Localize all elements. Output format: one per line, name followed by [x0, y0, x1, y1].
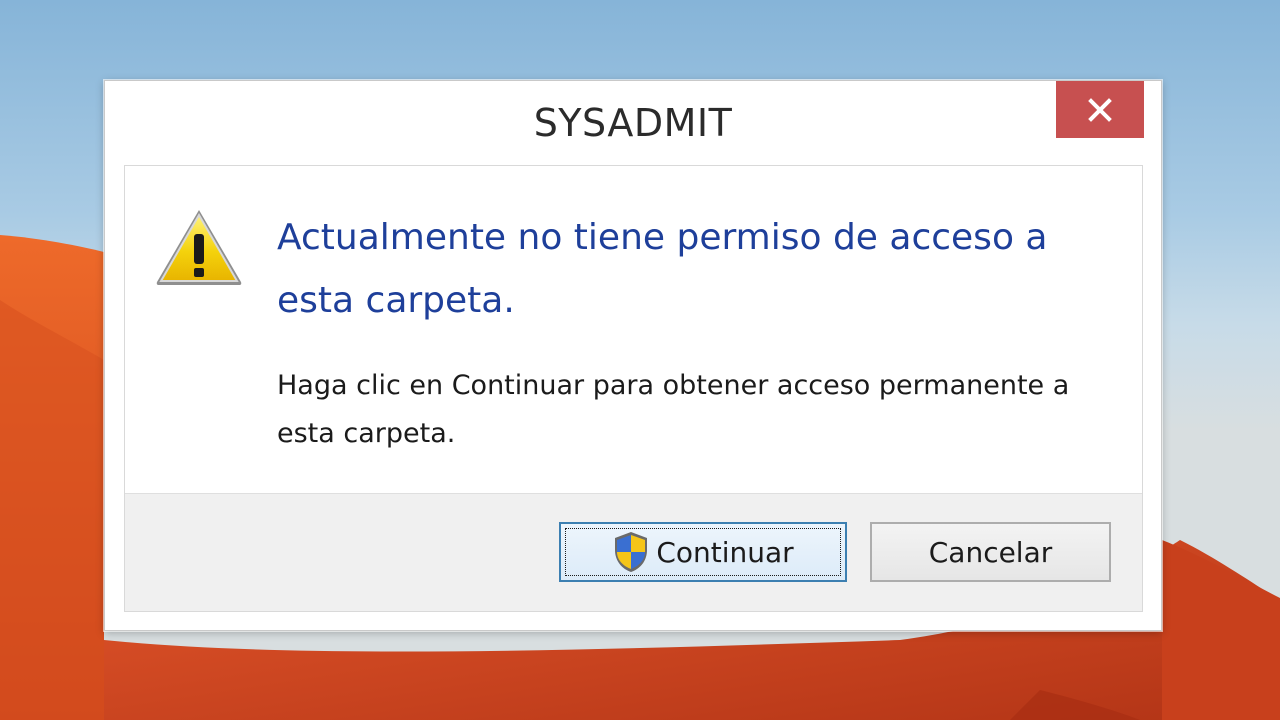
message-area: Actualmente no tiene permiso de acceso a… [125, 166, 1142, 493]
desktop-background: SYSADMIT Actualmente no tiene permiso de… [0, 0, 1280, 720]
cancel-button-label: Cancelar [928, 535, 1053, 569]
dialog-headline: Actualmente no tiene permiso de acceso a… [277, 217, 1048, 321]
dialog-title: SYSADMIT [533, 101, 733, 145]
title-bar[interactable]: SYSADMIT [105, 81, 1161, 165]
dialog-content: Actualmente no tiene permiso de acceso a… [124, 165, 1143, 612]
cancel-button[interactable]: Cancelar [870, 522, 1111, 582]
continue-button[interactable]: Continuar [559, 522, 847, 582]
button-bar: Continuar Cancelar [125, 493, 1142, 611]
close-icon [1088, 97, 1112, 122]
dialog-body-text: Haga clic en Continuar para obtener acce… [277, 370, 1070, 449]
close-button[interactable] [1056, 81, 1144, 138]
permission-dialog: SYSADMIT Actualmente no tiene permiso de… [104, 80, 1162, 631]
uac-shield-icon [615, 532, 648, 572]
continue-button-label: Continuar [656, 535, 794, 569]
warning-icon [156, 210, 242, 285]
